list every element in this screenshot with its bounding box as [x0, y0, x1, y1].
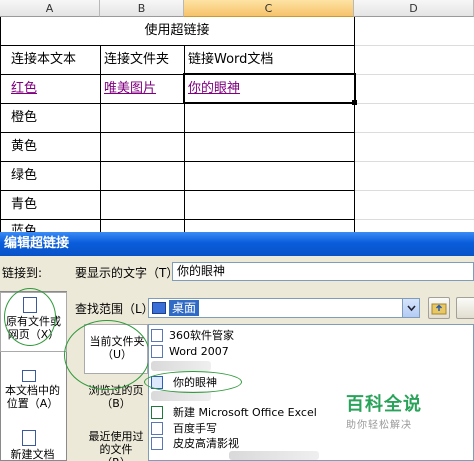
watermark-logo: 百科全说 助你轻松解决: [346, 394, 422, 431]
excel-icon: [151, 406, 163, 419]
new-document-icon: [22, 430, 36, 446]
up-folder-button[interactable]: [428, 297, 450, 319]
desktop-icon: [152, 302, 166, 314]
merged-title-cell[interactable]: 使用超链接: [0, 17, 354, 45]
cell-a6[interactable]: 绿色: [8, 162, 100, 190]
shortcut-icon: [151, 345, 163, 358]
hyperlink-cell-b3[interactable]: 唯美图片: [101, 75, 184, 103]
shortcut-icon: [151, 437, 163, 450]
chevron-down-icon[interactable]: [402, 299, 419, 317]
recent-files-button[interactable]: 最近使用过的文件（R）: [84, 430, 148, 461]
blurred-item: [229, 451, 319, 460]
column-header-c[interactable]: C: [184, 0, 354, 17]
cell-a7[interactable]: 青色: [8, 191, 100, 219]
folder-up-icon: [431, 303, 447, 315]
column-header-a[interactable]: A: [0, 0, 100, 17]
cell-b2[interactable]: 连接文件夹: [101, 46, 184, 74]
shortcut-icon: [151, 422, 163, 435]
shortcut-icon: [151, 329, 163, 342]
column-header-b[interactable]: B: [100, 0, 184, 17]
browsed-pages-button[interactable]: 浏览过的页（B）: [84, 384, 148, 420]
cell-a5[interactable]: 黄色: [8, 133, 100, 161]
browse-web-button[interactable]: [456, 297, 474, 319]
highlight-oval-file: [144, 371, 242, 393]
link-to-label: 链接到:: [2, 266, 43, 280]
column-header-d[interactable]: D: [354, 0, 474, 17]
display-text-input[interactable]: 你的眼神: [172, 262, 474, 281]
fill-handle[interactable]: [352, 100, 357, 105]
dialog-title[interactable]: 编辑超链接: [0, 232, 474, 256]
active-cell-selection: [183, 73, 356, 104]
place-in-document-icon: [22, 370, 36, 382]
highlight-oval-left: [4, 288, 56, 346]
highlight-oval-subnav: [64, 320, 150, 390]
cell-a8[interactable]: 蓝色: [8, 220, 100, 232]
lookin-combo[interactable]: 桌面: [148, 298, 420, 318]
edit-hyperlink-dialog: 编辑超链接 链接到: 要显示的文字（T）: 你的眼神 原有文件或网页（X） 本文…: [0, 232, 474, 461]
cell-c2[interactable]: 链接Word文档: [185, 46, 354, 74]
new-document-button[interactable]: 新建文档（N）: [0, 428, 67, 461]
cell-a4[interactable]: 橙色: [8, 104, 100, 132]
cell-a2[interactable]: 连接本文本: [8, 46, 100, 74]
hyperlink-cell-a3[interactable]: 红色: [8, 75, 100, 103]
lookin-label: 查找范围（L）:: [75, 302, 158, 316]
lookin-value: 桌面: [169, 300, 200, 316]
place-in-document-button[interactable]: 本文档中的位置（A）: [0, 370, 67, 414]
blurred-item: [151, 361, 211, 371]
display-text-label: 要显示的文字（T）:: [75, 266, 183, 280]
spreadsheet: A B C D 使用超链接 连接本文本 连接文件夹 链接Word文档 红色 唯美…: [0, 0, 474, 232]
